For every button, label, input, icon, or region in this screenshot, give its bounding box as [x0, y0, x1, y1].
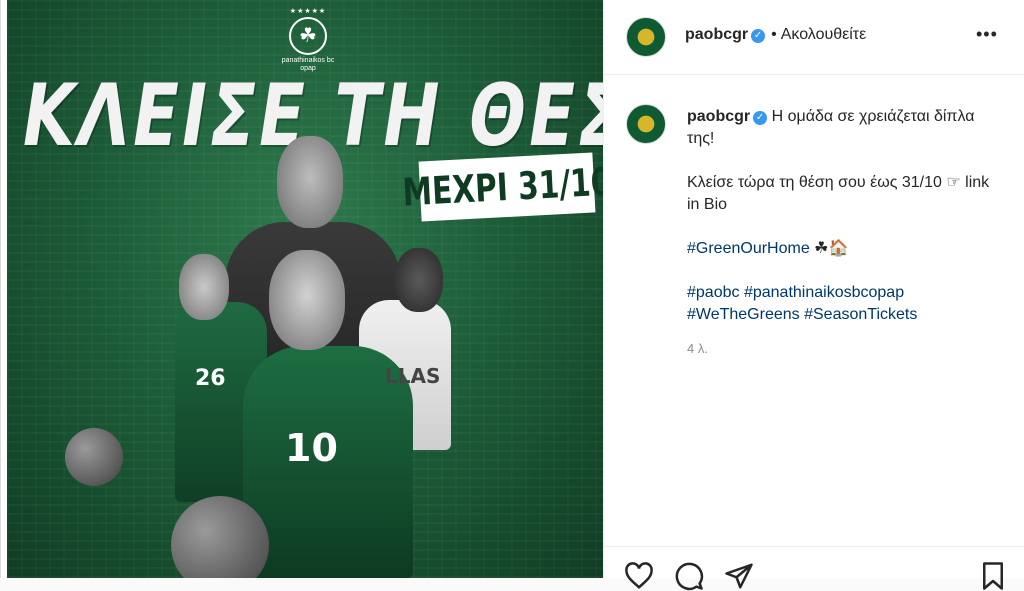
tag-emoji: ☘🏠: [809, 240, 849, 257]
hashtag-link[interactable]: #WeTheGreens: [687, 306, 800, 323]
bookmark-icon[interactable]: [978, 561, 1008, 591]
team-logo: ★★★★★ ☘ panathinaikos bc opap: [279, 8, 337, 73]
avatar[interactable]: [626, 17, 666, 57]
hashtag-link[interactable]: #panathinaikosbcopap: [744, 284, 904, 301]
logo-stars: ★★★★★: [289, 8, 327, 15]
verified-badge-icon: ✓: [751, 29, 766, 43]
player-left-head: [179, 254, 229, 320]
comment-icon[interactable]: [674, 561, 704, 591]
hashtag-link[interactable]: #GreenOurHome: [687, 240, 810, 257]
clover-icon: ☘: [289, 17, 327, 55]
player-main-head: [269, 250, 345, 350]
post-header: paobcgr ✓ • Ακολουθείτε •••: [604, 0, 1024, 75]
post-caption: paobcgr ✓ Η ομάδα σε χρειάζεται δίπλα της…: [687, 106, 997, 360]
caption-tag-line-3: #WeTheGreens #SeasonTickets: [687, 304, 997, 326]
hashtag-link[interactable]: #SeasonTickets: [804, 306, 917, 323]
date-badge: ΜΕΧΡΙ 31/10: [401, 152, 603, 222]
image-headline: ΚΛΕΙΣΕ ΤΗ ΘΕΣΗ ΣΟΥ: [23, 66, 603, 166]
jersey-text-right: LLAS: [385, 364, 441, 388]
player-right-head: [395, 248, 443, 312]
post-image[interactable]: ★★★★★ ☘ panathinaikos bc opap ΚΛΕΙΣΕ ΤΗ …: [7, 0, 603, 578]
caption-username[interactable]: paobcgr: [687, 108, 750, 125]
caption-line-2: Κλείσε τώρα τη θέση σου έως 31/10 ☞ link…: [687, 174, 990, 213]
header-user-line: paobcgr ✓ • Ακολουθείτε: [685, 26, 866, 44]
post-timestamp[interactable]: 4 λ.: [687, 338, 997, 360]
caption-avatar[interactable]: [626, 104, 666, 144]
hashtag-link[interactable]: #paobc: [687, 284, 740, 301]
post-dialog: ★★★★★ ☘ panathinaikos bc opap ΚΛΕΙΣΕ ΤΗ …: [0, 0, 1024, 591]
heart-icon[interactable]: [624, 561, 654, 591]
date-badge-text: ΜΕΧΡΙ 31/10: [401, 159, 603, 215]
caption-verified-badge-icon: ✓: [753, 111, 768, 125]
caption-first-line: paobcgr ✓ Η ομάδα σε χρειάζεται δίπλα της…: [687, 106, 997, 150]
share-icon[interactable]: [724, 561, 754, 591]
jersey-number-left: 26: [195, 366, 226, 391]
coach-head: [277, 136, 343, 228]
action-bar: [604, 546, 1024, 591]
jersey-number-main: 10: [285, 426, 338, 470]
post-side-panel: paobcgr ✓ • Ακολουθείτε ••• paobcgr ✓ Η ομάδ…: [603, 0, 1024, 591]
caption-tag-line-2: #paobc #panathinaikosbcopap: [687, 282, 997, 304]
following-button[interactable]: Ακολουθείτε: [781, 26, 867, 43]
basketball-left: [65, 428, 123, 486]
more-options-icon[interactable]: •••: [976, 24, 998, 45]
header-username[interactable]: paobcgr: [685, 26, 748, 43]
header-separator: •: [771, 26, 777, 43]
caption-tag-line-1: #GreenOurHome ☘🏠: [687, 238, 997, 260]
